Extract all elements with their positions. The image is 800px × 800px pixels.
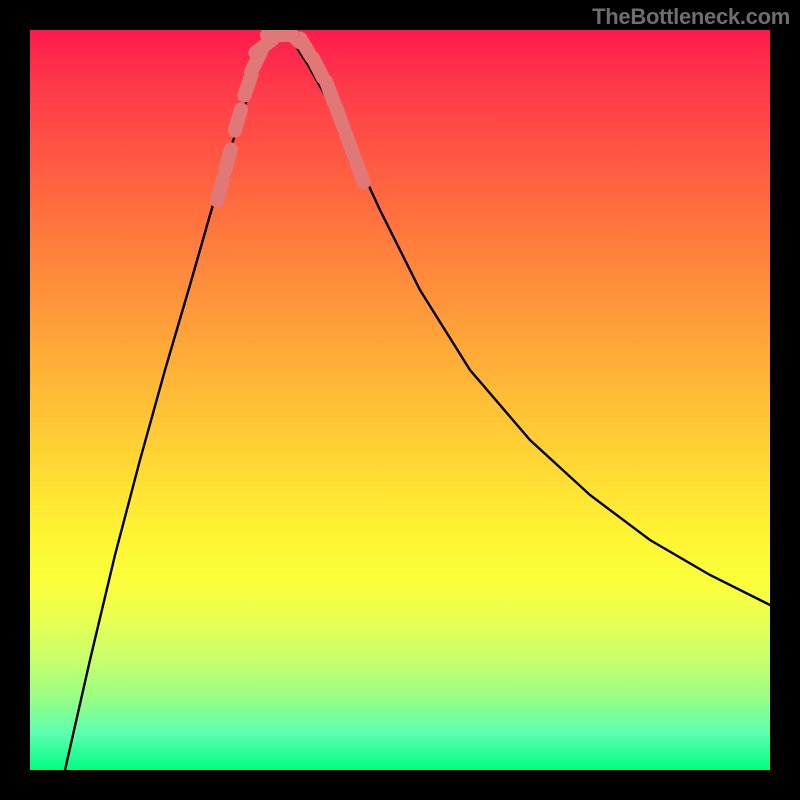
sweet-spot-marker: [336, 108, 344, 129]
sweet-spot-marker: [346, 135, 354, 156]
bottleneck-curve-svg: [30, 30, 770, 770]
sweet-spot-marker: [217, 179, 223, 200]
sweet-spot-marker: [235, 109, 241, 130]
sweet-spot-marker: [326, 82, 334, 103]
sweet-spot-marker: [356, 162, 364, 183]
chart-plot-area: [30, 30, 770, 770]
sweet-spot-marker: [225, 149, 230, 170]
watermark-text: TheBottleneck.com: [592, 4, 790, 30]
sweet-spot-marker-group: [217, 30, 364, 201]
sweet-spot-marker: [313, 58, 323, 78]
bottleneck-curve-path: [65, 35, 770, 770]
